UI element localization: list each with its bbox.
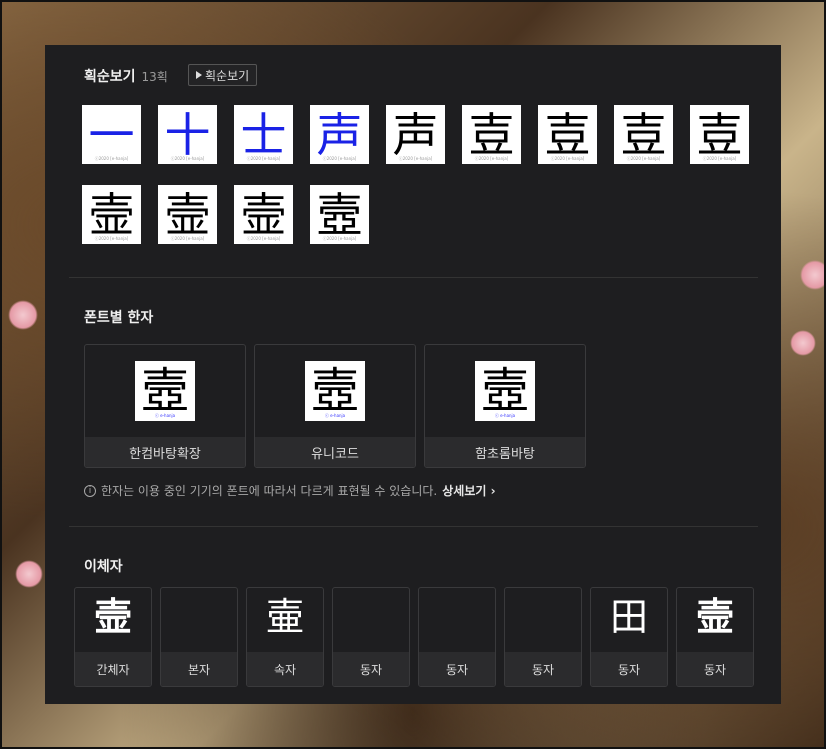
stroke-frame-copyright: ⓒ2020 [e-hanja] xyxy=(234,236,293,242)
variant-glyph: 𡕅 xyxy=(333,598,409,636)
font-sample-copyright: ⓒ e-hanja xyxy=(135,413,195,419)
variant-label: 동자 xyxy=(419,652,495,686)
variant-label: 동자 xyxy=(505,652,581,686)
stroke-play-button[interactable]: 획순보기 xyxy=(188,64,257,86)
font-card-label: 한컴바탕확장 xyxy=(85,437,245,467)
hanja-detail-panel: 획순보기 13획 획순보기 一 ⓒ2020 [e-hanja] 十 ⓒ2020 [e-h… xyxy=(45,45,781,704)
font-notice-text: 한자는 이용 중인 기기의 폰트에 따라서 다르게 표현될 수 있습니다. xyxy=(101,482,437,499)
stroke-frame: 壸 ⓒ2020 [e-hanja] xyxy=(234,185,293,244)
variant-card[interactable]: 𡕄 동자 xyxy=(504,587,582,687)
stroke-frame: 壴 ⓒ2020 [e-hanja] xyxy=(690,105,749,164)
stroke-frame-glyph: 壴 xyxy=(621,112,667,158)
variant-card[interactable]: 壷 속자 xyxy=(246,587,324,687)
section-divider xyxy=(69,526,758,527)
background-flower xyxy=(800,260,826,290)
stroke-frame-copyright: ⓒ2020 [e-hanja] xyxy=(538,156,597,162)
font-section-title: 폰트별 한자 xyxy=(84,307,153,327)
background-flower xyxy=(15,560,43,588)
stroke-frame-glyph: 壸 xyxy=(241,192,287,238)
detail-link-label: 상세보기 xyxy=(442,484,486,498)
stroke-frame-glyph: 壴 xyxy=(545,112,591,158)
variant-card[interactable]: 𡔷 본자 xyxy=(160,587,238,687)
font-sample-glyph: 壼 xyxy=(481,367,529,415)
stroke-frame: 壸 ⓒ2020 [e-hanja] xyxy=(158,185,217,244)
background-flower xyxy=(8,300,38,330)
stroke-frame: 声 ⓒ2020 [e-hanja] xyxy=(386,105,445,164)
font-sample-copyright: ⓒ e-hanja xyxy=(305,413,365,419)
font-card-label: 유니코드 xyxy=(255,437,415,467)
font-sample-image: 壼 ⓒ e-hanja xyxy=(475,361,535,421)
stroke-frame-copyright: ⓒ2020 [e-hanja] xyxy=(386,156,445,162)
variant-label: 동자 xyxy=(591,652,667,686)
stroke-frame: 壴 ⓒ2020 [e-hanja] xyxy=(462,105,521,164)
stroke-frame: 壸 ⓒ2020 [e-hanja] xyxy=(82,185,141,244)
stroke-count: 13획 xyxy=(142,70,168,84)
stroke-play-label: 획순보기 xyxy=(205,67,249,84)
variant-label: 간체자 xyxy=(75,652,151,686)
font-sample-glyph: 壼 xyxy=(141,367,189,415)
stroke-frame: 壼 ⓒ2020 [e-hanja] xyxy=(310,185,369,244)
section-divider xyxy=(69,277,758,278)
stroke-frame-copyright: ⓒ2020 [e-hanja] xyxy=(82,156,141,162)
variant-glyph: 壷 xyxy=(247,598,323,636)
stroke-frame: 士 ⓒ2020 [e-hanja] xyxy=(234,105,293,164)
variant-card[interactable]: 𡕅 동자 xyxy=(332,587,410,687)
stroke-order-title: 획순보기 13획 xyxy=(84,66,168,86)
stroke-frame-copyright: ⓒ2020 [e-hanja] xyxy=(82,236,141,242)
detail-link[interactable]: 상세보기 › xyxy=(442,482,495,499)
stroke-frame-glyph: 壼 xyxy=(317,192,363,238)
font-card[interactable]: 壼 ⓒ e-hanja 함초롬바탕 xyxy=(424,344,586,468)
stroke-frame: 壴 ⓒ2020 [e-hanja] xyxy=(538,105,597,164)
stroke-frame-glyph: 壸 xyxy=(89,192,135,238)
variant-section-title: 이체자 xyxy=(84,556,123,576)
font-sample-image: 壼 ⓒ e-hanja xyxy=(305,361,365,421)
stroke-frame-copyright: ⓒ2020 [e-hanja] xyxy=(310,156,369,162)
variant-card[interactable]: 𡕏 동자 xyxy=(418,587,496,687)
stroke-order-heading: 획순보기 xyxy=(84,69,136,85)
stroke-frame-copyright: ⓒ2020 [e-hanja] xyxy=(614,156,673,162)
font-card-label: 함초롬바탕 xyxy=(425,437,585,467)
font-sample-image: 壼 ⓒ e-hanja xyxy=(135,361,195,421)
font-notice: i 한자는 이용 중인 기기의 폰트에 따라서 다르게 표현될 수 있습니다. … xyxy=(84,482,496,499)
stroke-frame-glyph: 声 xyxy=(393,112,439,158)
variant-glyph: 𡕏 xyxy=(419,598,495,636)
play-icon xyxy=(196,71,202,79)
stroke-frame: 壴 ⓒ2020 [e-hanja] xyxy=(614,105,673,164)
stroke-frame-copyright: ⓒ2020 [e-hanja] xyxy=(158,156,217,162)
stroke-frame-copyright: ⓒ2020 [e-hanja] xyxy=(158,236,217,242)
variant-glyph: 田 xyxy=(591,598,667,636)
variant-label: 동자 xyxy=(677,652,753,686)
stroke-frame-copyright: ⓒ2020 [e-hanja] xyxy=(690,156,749,162)
stroke-frame-copyright: ⓒ2020 [e-hanja] xyxy=(462,156,521,162)
variant-label: 동자 xyxy=(333,652,409,686)
variant-card[interactable]: 壸 동자 xyxy=(676,587,754,687)
stroke-frame-glyph: 壴 xyxy=(697,112,743,158)
variant-card[interactable]: 田 동자 xyxy=(590,587,668,687)
background-flower xyxy=(790,330,816,356)
font-card[interactable]: 壼 ⓒ e-hanja 유니코드 xyxy=(254,344,416,468)
variant-glyph: 𡕄 xyxy=(505,598,581,636)
stroke-frame: 一 ⓒ2020 [e-hanja] xyxy=(82,105,141,164)
chevron-right-icon: › xyxy=(491,484,496,498)
info-icon: i xyxy=(84,485,96,497)
stroke-frame-glyph: 士 xyxy=(241,112,287,158)
stroke-frame-glyph: 十 xyxy=(165,112,211,158)
variant-glyph: 壸 xyxy=(677,598,753,636)
variant-glyph: 𡔷 xyxy=(161,598,237,636)
variant-label: 속자 xyxy=(247,652,323,686)
stroke-frame-copyright: ⓒ2020 [e-hanja] xyxy=(310,236,369,242)
stroke-frame: 声 ⓒ2020 [e-hanja] xyxy=(310,105,369,164)
variant-label: 본자 xyxy=(161,652,237,686)
stroke-frame-glyph: 一 xyxy=(89,112,135,158)
stroke-frame-glyph: 声 xyxy=(317,112,363,158)
font-sample-glyph: 壼 xyxy=(311,367,359,415)
stroke-frame-glyph: 壸 xyxy=(165,192,211,238)
stroke-frame-glyph: 壴 xyxy=(469,112,515,158)
font-sample-copyright: ⓒ e-hanja xyxy=(475,413,535,419)
font-card[interactable]: 壼 ⓒ e-hanja 한컴바탕확장 xyxy=(84,344,246,468)
variant-glyph: 壸 xyxy=(75,598,151,636)
stroke-frame-copyright: ⓒ2020 [e-hanja] xyxy=(234,156,293,162)
variant-card[interactable]: 壸 간체자 xyxy=(74,587,152,687)
stroke-frame: 十 ⓒ2020 [e-hanja] xyxy=(158,105,217,164)
